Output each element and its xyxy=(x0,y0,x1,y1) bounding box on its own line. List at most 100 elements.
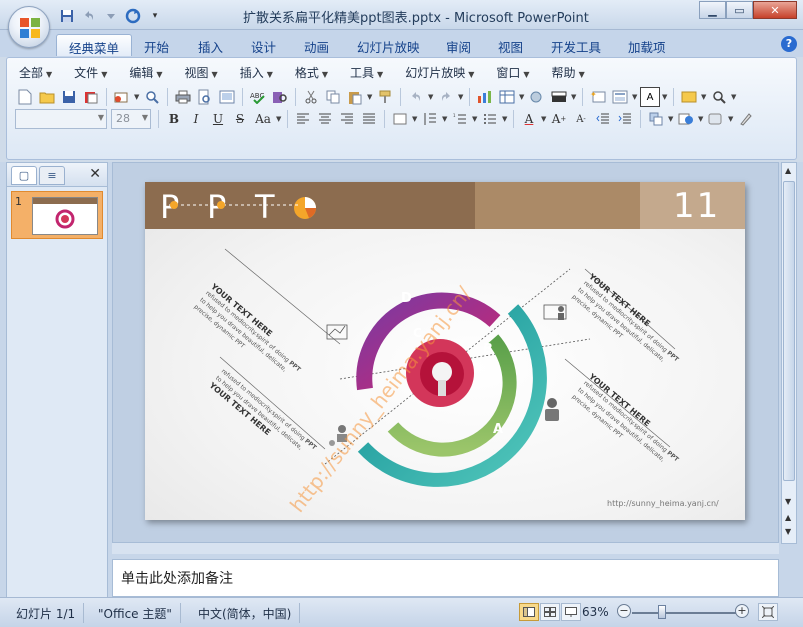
tab-developer[interactable]: 开发工具 xyxy=(551,34,601,56)
slide-design-icon[interactable] xyxy=(679,87,699,107)
align-right-icon[interactable] xyxy=(337,109,357,129)
previous-slide-icon[interactable]: ▲ xyxy=(785,513,791,522)
slide-sorter-view-button[interactable] xyxy=(540,603,560,621)
tab-slideshow[interactable]: 幻灯片放映 xyxy=(357,34,420,56)
text-direction-icon[interactable] xyxy=(390,109,410,129)
normal-view-button[interactable] xyxy=(519,603,539,621)
shadow-icon[interactable]: S xyxy=(230,109,250,129)
menu-edit[interactable]: 编辑 ▼ xyxy=(129,64,162,82)
bold-icon[interactable]: B xyxy=(164,109,184,129)
tab-classic-menu[interactable]: 经典菜单 xyxy=(56,34,133,56)
align-left-icon[interactable] xyxy=(293,109,313,129)
tab-view[interactable]: 视图 xyxy=(498,34,523,56)
arrange-icon[interactable] xyxy=(646,109,666,129)
menu-file[interactable]: 文件 ▼ xyxy=(74,64,107,82)
research-book-icon[interactable] xyxy=(270,87,290,107)
layout-icon[interactable] xyxy=(610,87,630,107)
undo-toolbar-icon[interactable] xyxy=(406,87,426,107)
fit-to-window-icon[interactable] xyxy=(758,603,778,621)
tab-insert[interactable]: 插入 xyxy=(198,34,223,56)
insert-chart-icon[interactable] xyxy=(475,87,495,107)
menu-view[interactable]: 视图 ▼ xyxy=(185,64,218,82)
slideshow-view-button[interactable] xyxy=(561,603,581,621)
open-folder-icon[interactable] xyxy=(37,87,57,107)
tab-review[interactable]: 审阅 xyxy=(446,34,471,56)
slides-tab-icon[interactable]: ▢ xyxy=(11,166,37,185)
slide-canvas[interactable]: P P T 11 D C B A YOUR TEXT HERE refused … xyxy=(145,182,745,520)
zoom-out-icon[interactable]: − xyxy=(617,604,631,618)
vertical-scroll-thumb[interactable] xyxy=(783,181,795,481)
zoom-search-icon[interactable] xyxy=(709,87,729,107)
numbering-icon[interactable]: 1 xyxy=(450,109,470,129)
scroll-down-icon[interactable]: ▼ xyxy=(785,497,791,506)
format-painter-icon[interactable] xyxy=(375,87,395,107)
italic-icon[interactable]: I xyxy=(186,109,206,129)
align-center-icon[interactable] xyxy=(315,109,335,129)
new-slide-icon[interactable]: ✦ xyxy=(588,87,608,107)
color-grayscale-icon[interactable] xyxy=(549,87,569,107)
font-size-combo[interactable]: 28 ▼ xyxy=(111,109,151,129)
print-icon[interactable] xyxy=(173,87,193,107)
redo-toolbar-icon[interactable] xyxy=(436,87,456,107)
undo-icon[interactable] xyxy=(80,7,98,25)
research-icon[interactable] xyxy=(142,87,162,107)
tab-animation[interactable]: 动画 xyxy=(304,34,329,56)
horizontal-scrollbar[interactable] xyxy=(112,542,779,554)
menu-help[interactable]: 帮助 ▼ xyxy=(552,64,585,82)
insert-table-icon[interactable] xyxy=(497,87,517,107)
line-spacing-icon[interactable] xyxy=(420,109,440,129)
menu-window[interactable]: 窗口 ▼ xyxy=(496,64,529,82)
minimize-button[interactable]: ▁ xyxy=(699,1,726,19)
theme-status[interactable]: "Office 主题" xyxy=(90,603,181,623)
save-icon[interactable] xyxy=(58,7,76,25)
quick-styles-icon[interactable] xyxy=(676,109,696,129)
next-slide-icon[interactable]: ▼ xyxy=(785,527,791,536)
increase-indent-icon[interactable] xyxy=(615,109,635,129)
shape-fill-icon[interactable] xyxy=(706,109,726,129)
copy-icon[interactable] xyxy=(323,87,343,107)
scroll-up-icon[interactable]: ▲ xyxy=(785,166,791,175)
paste-icon[interactable] xyxy=(345,87,365,107)
zoom-in-icon[interactable]: + xyxy=(735,604,749,618)
menu-slideshow[interactable]: 幻灯片放映 ▼ xyxy=(405,64,474,82)
tab-home[interactable]: 开始 xyxy=(144,34,169,56)
zoom-slider-track[interactable] xyxy=(632,612,736,614)
cut-icon[interactable] xyxy=(301,87,321,107)
new-document-icon[interactable] xyxy=(15,87,35,107)
shrink-font-icon[interactable]: A- xyxy=(571,109,591,129)
notes-pane[interactable]: 单击此处添加备注 xyxy=(112,559,779,597)
decrease-indent-icon[interactable] xyxy=(593,109,613,129)
underline-icon[interactable]: U xyxy=(208,109,228,129)
menu-format[interactable]: 格式 ▼ xyxy=(295,64,328,82)
qat-more-icon[interactable]: ▾ xyxy=(146,7,164,25)
zoom-slider-thumb[interactable] xyxy=(658,605,666,619)
close-button[interactable]: ✕ xyxy=(753,1,797,19)
customize-dropdown-icon[interactable] xyxy=(102,7,120,25)
print-preview-icon[interactable] xyxy=(195,87,215,107)
outline-tab-icon[interactable]: ≡ xyxy=(39,166,65,185)
email-icon[interactable] xyxy=(112,87,132,107)
justify-icon[interactable] xyxy=(359,109,379,129)
change-case-icon[interactable]: Aa xyxy=(252,109,274,129)
permission-icon[interactable] xyxy=(81,87,101,107)
bullets-icon[interactable] xyxy=(480,109,500,129)
textbox-icon[interactable]: A xyxy=(640,87,660,107)
grow-font-icon[interactable]: A + xyxy=(549,109,569,129)
clipart-icon[interactable] xyxy=(527,87,547,107)
close-panel-icon[interactable]: ✕ xyxy=(89,166,101,182)
help-icon[interactable]: ? xyxy=(781,36,797,52)
menu-all[interactable]: 全部 ▼ xyxy=(19,64,52,82)
redo-icon[interactable] xyxy=(124,7,142,25)
menu-insert[interactable]: 插入 ▼ xyxy=(240,64,273,82)
zoom-level[interactable]: 63% xyxy=(582,605,609,619)
shape-outline-icon[interactable] xyxy=(736,109,756,129)
slide-thumbnail[interactable] xyxy=(11,191,103,239)
maximize-button[interactable]: ▭ xyxy=(726,1,753,19)
language-status[interactable]: 中文(简体，中国) xyxy=(190,603,301,623)
vertical-scrollbar[interactable]: ▲ ▼ ▲ ▼ xyxy=(781,162,797,544)
tab-design[interactable]: 设计 xyxy=(251,34,276,56)
spelling-icon[interactable]: ABC xyxy=(248,87,268,107)
menu-tools[interactable]: 工具 ▼ xyxy=(350,64,383,82)
save-file-icon[interactable] xyxy=(59,87,79,107)
font-color-icon[interactable]: A xyxy=(519,109,539,129)
